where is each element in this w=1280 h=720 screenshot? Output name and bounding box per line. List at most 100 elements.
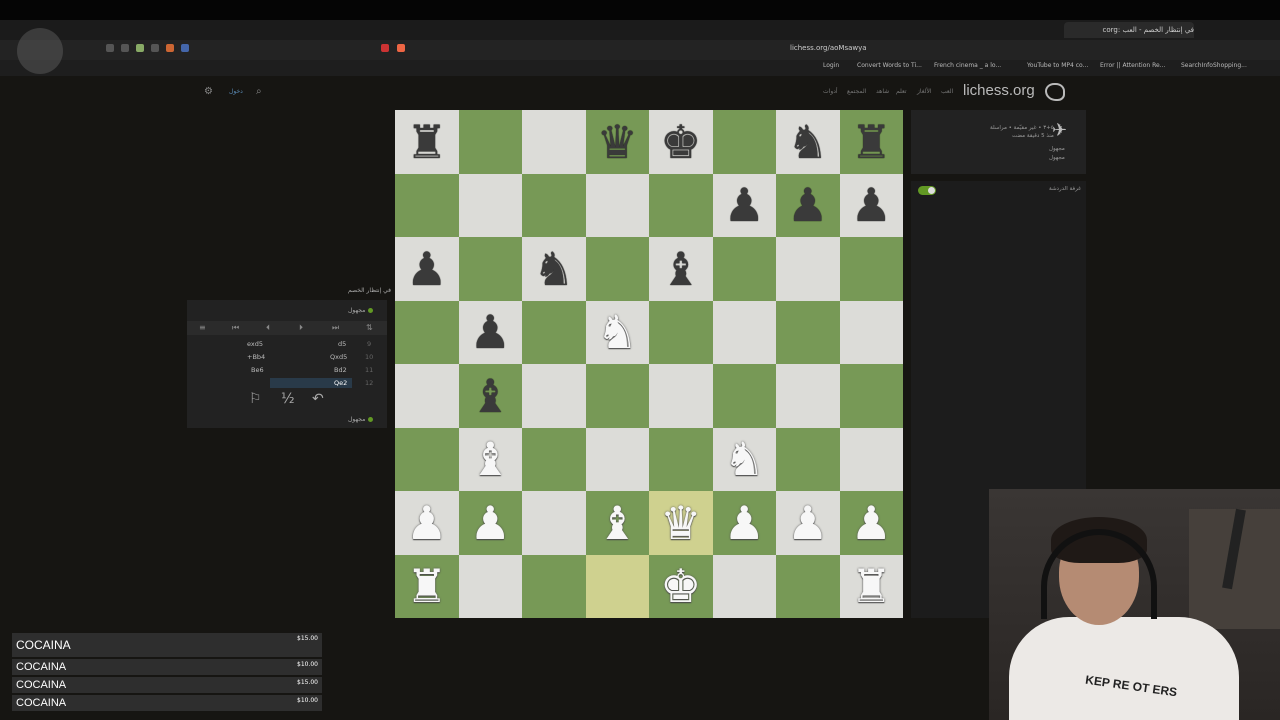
extension-icon[interactable] bbox=[136, 44, 144, 52]
square-g5[interactable] bbox=[776, 300, 840, 364]
square-b5[interactable]: ♟ bbox=[458, 300, 522, 364]
white-queen-icon[interactable]: ♛ bbox=[660, 500, 701, 546]
move-white[interactable]: Qe2 bbox=[334, 379, 347, 387]
square-d4[interactable] bbox=[585, 364, 649, 428]
move-white[interactable]: d5 bbox=[338, 340, 346, 348]
square-b7[interactable] bbox=[458, 173, 522, 237]
square-d7[interactable] bbox=[585, 173, 649, 237]
black-rook-icon[interactable]: ♜ bbox=[406, 119, 447, 165]
square-a5[interactable] bbox=[395, 300, 459, 364]
square-h7[interactable]: ♟ bbox=[839, 173, 903, 237]
black-king-icon[interactable]: ♚ bbox=[660, 119, 701, 165]
square-a4[interactable] bbox=[395, 364, 459, 428]
nav-community[interactable]: المجتمع bbox=[847, 88, 866, 95]
square-a3[interactable] bbox=[395, 427, 459, 491]
square-d6[interactable] bbox=[585, 237, 649, 301]
square-f1[interactable] bbox=[712, 554, 776, 618]
square-d5[interactable]: ♞ bbox=[585, 300, 649, 364]
black-pawn-icon[interactable]: ♟ bbox=[787, 182, 828, 228]
address-bar[interactable]: lichess.org/aoMsawya bbox=[790, 44, 867, 52]
square-b2[interactable]: ♟ bbox=[458, 491, 522, 555]
white-pawn-icon[interactable]: ♟ bbox=[851, 500, 892, 546]
square-d1[interactable] bbox=[585, 554, 649, 618]
square-g3[interactable] bbox=[776, 427, 840, 491]
square-a2[interactable]: ♟ bbox=[395, 491, 459, 555]
bookmark-item[interactable]: Convert Words to Ti... bbox=[857, 62, 922, 69]
square-h2[interactable]: ♟ bbox=[839, 491, 903, 555]
nav-watch[interactable]: شاهد bbox=[876, 88, 889, 95]
square-f6[interactable] bbox=[712, 237, 776, 301]
white-pawn-icon[interactable]: ♟ bbox=[470, 500, 511, 546]
square-g1[interactable] bbox=[776, 554, 840, 618]
square-e4[interactable] bbox=[649, 364, 713, 428]
extension-icon[interactable] bbox=[181, 44, 189, 52]
extension-icon[interactable] bbox=[121, 44, 129, 52]
white-bishop-icon[interactable]: ♝ bbox=[597, 500, 638, 546]
black-knight-icon[interactable]: ♞ bbox=[533, 246, 574, 292]
black-pawn-icon[interactable]: ♟ bbox=[406, 246, 447, 292]
white-knight-icon[interactable]: ♞ bbox=[597, 309, 638, 355]
square-f4[interactable] bbox=[712, 364, 776, 428]
black-rook-icon[interactable]: ♜ bbox=[851, 119, 892, 165]
square-c8[interactable] bbox=[522, 110, 586, 174]
move-white[interactable]: Qxd5 bbox=[330, 353, 347, 361]
prev-move-icon[interactable]: ⏴ bbox=[266, 323, 270, 333]
square-c6[interactable]: ♞ bbox=[522, 237, 586, 301]
square-a6[interactable]: ♟ bbox=[395, 237, 459, 301]
square-g2[interactable]: ♟ bbox=[776, 491, 840, 555]
nav-play[interactable]: العب bbox=[941, 88, 953, 95]
chat-toggle[interactable] bbox=[918, 186, 936, 195]
menu-icon[interactable]: ≡ bbox=[199, 323, 206, 332]
brave-icon[interactable] bbox=[397, 44, 405, 52]
next-move-icon[interactable]: ⏵ bbox=[299, 323, 303, 333]
square-a7[interactable] bbox=[395, 173, 459, 237]
square-f5[interactable] bbox=[712, 300, 776, 364]
square-b8[interactable] bbox=[458, 110, 522, 174]
square-g4[interactable] bbox=[776, 364, 840, 428]
site-logo[interactable]: lichess.org bbox=[963, 82, 1035, 99]
square-c4[interactable] bbox=[522, 364, 586, 428]
shield-icon[interactable] bbox=[381, 44, 389, 52]
square-b3[interactable]: ♝ bbox=[458, 427, 522, 491]
square-e6[interactable]: ♝ bbox=[649, 237, 713, 301]
square-a8[interactable]: ♜ bbox=[395, 110, 459, 174]
square-f8[interactable] bbox=[712, 110, 776, 174]
resign-flag-icon[interactable]: ⚐ bbox=[249, 391, 262, 407]
square-c2[interactable] bbox=[522, 491, 586, 555]
extension-icon[interactable] bbox=[106, 44, 114, 52]
square-h6[interactable] bbox=[839, 237, 903, 301]
square-d2[interactable]: ♝ bbox=[585, 491, 649, 555]
square-c7[interactable] bbox=[522, 173, 586, 237]
move-white[interactable]: Bd2 bbox=[334, 366, 347, 374]
move-black[interactable]: exd5 bbox=[247, 340, 263, 348]
login-link[interactable]: دخول bbox=[229, 88, 243, 95]
black-bishop-icon[interactable]: ♝ bbox=[660, 246, 701, 292]
move-black[interactable]: +Bb4 bbox=[247, 353, 265, 361]
square-d8[interactable]: ♛ bbox=[585, 110, 649, 174]
white-pawn-icon[interactable]: ♟ bbox=[787, 500, 828, 546]
square-c5[interactable] bbox=[522, 300, 586, 364]
nav-puzzles[interactable]: الألغاز bbox=[917, 88, 932, 95]
square-b4[interactable]: ♝ bbox=[458, 364, 522, 428]
square-g8[interactable]: ♞ bbox=[776, 110, 840, 174]
square-a1[interactable]: ♜ bbox=[395, 554, 459, 618]
flip-board-icon[interactable]: ⇅ bbox=[366, 323, 373, 332]
lichess-logo-icon[interactable] bbox=[1045, 83, 1065, 101]
square-g6[interactable] bbox=[776, 237, 840, 301]
black-pawn-icon[interactable]: ♟ bbox=[470, 309, 511, 355]
black-queen-icon[interactable]: ♛ bbox=[597, 119, 638, 165]
square-h8[interactable]: ♜ bbox=[839, 110, 903, 174]
white-king-icon[interactable]: ♚ bbox=[660, 563, 701, 609]
square-f2[interactable]: ♟ bbox=[712, 491, 776, 555]
black-bishop-icon[interactable]: ♝ bbox=[470, 373, 511, 419]
square-c1[interactable] bbox=[522, 554, 586, 618]
black-pawn-icon[interactable]: ♟ bbox=[724, 182, 765, 228]
square-g7[interactable]: ♟ bbox=[776, 173, 840, 237]
square-e3[interactable] bbox=[649, 427, 713, 491]
square-e5[interactable] bbox=[649, 300, 713, 364]
square-b1[interactable] bbox=[458, 554, 522, 618]
square-c3[interactable] bbox=[522, 427, 586, 491]
square-h4[interactable] bbox=[839, 364, 903, 428]
white-pawn-icon[interactable]: ♟ bbox=[724, 500, 765, 546]
nav-learn[interactable]: تعلم bbox=[896, 88, 907, 95]
